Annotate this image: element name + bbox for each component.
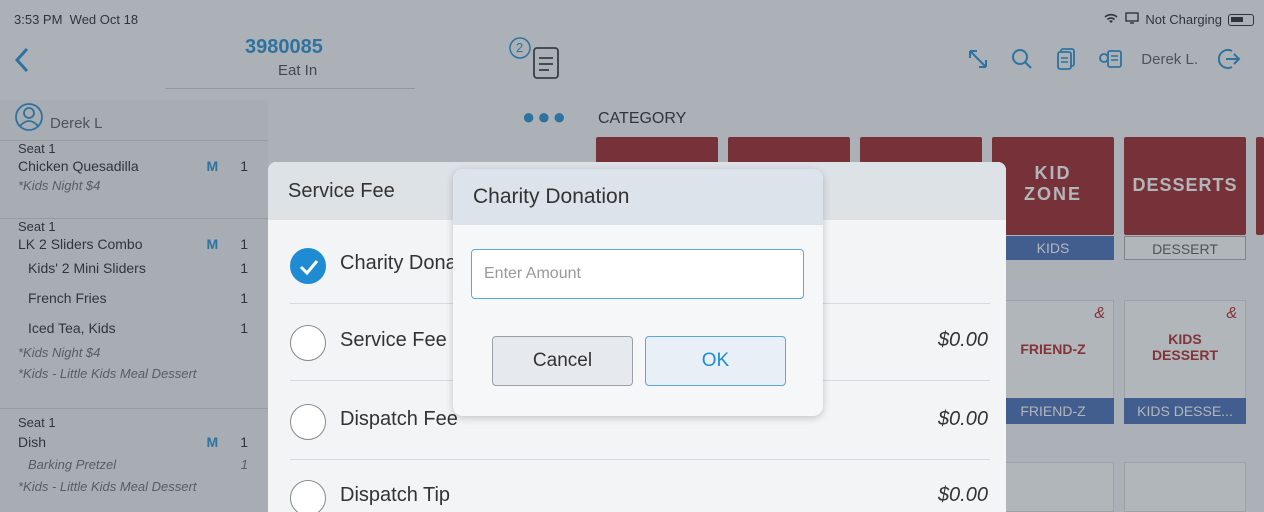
radio-circle-icon[interactable] [290,480,326,512]
fee-option-price: $0.00 [937,329,988,351]
ok-button[interactable]: OK [645,336,786,386]
charity-donation-dialog: Charity Donation Cancel OK [453,169,823,416]
fee-option-label: Service Fee [340,329,447,351]
radio-circle-icon[interactable] [290,404,326,440]
fee-option-label: Dispatch Tip [340,484,451,506]
amount-input[interactable] [471,249,804,299]
cancel-button[interactable]: Cancel [492,336,633,386]
pos-screen: 3:53 PM Wed Oct 18 Not Charging 3980085 … [0,0,1264,512]
dialog-title: Charity Donation [473,185,630,208]
fee-option-price: $0.00 [937,408,988,430]
fee-option-price: $0.00 [937,484,988,506]
radio-circle-icon[interactable] [290,325,326,361]
fee-option-dispatch-tip[interactable]: Dispatch Tip $0.00 [290,460,990,512]
sheet-title: Service Fee [288,180,395,202]
checkmark-icon[interactable] [290,248,326,284]
fee-option-label: Dispatch Fee [340,408,458,430]
